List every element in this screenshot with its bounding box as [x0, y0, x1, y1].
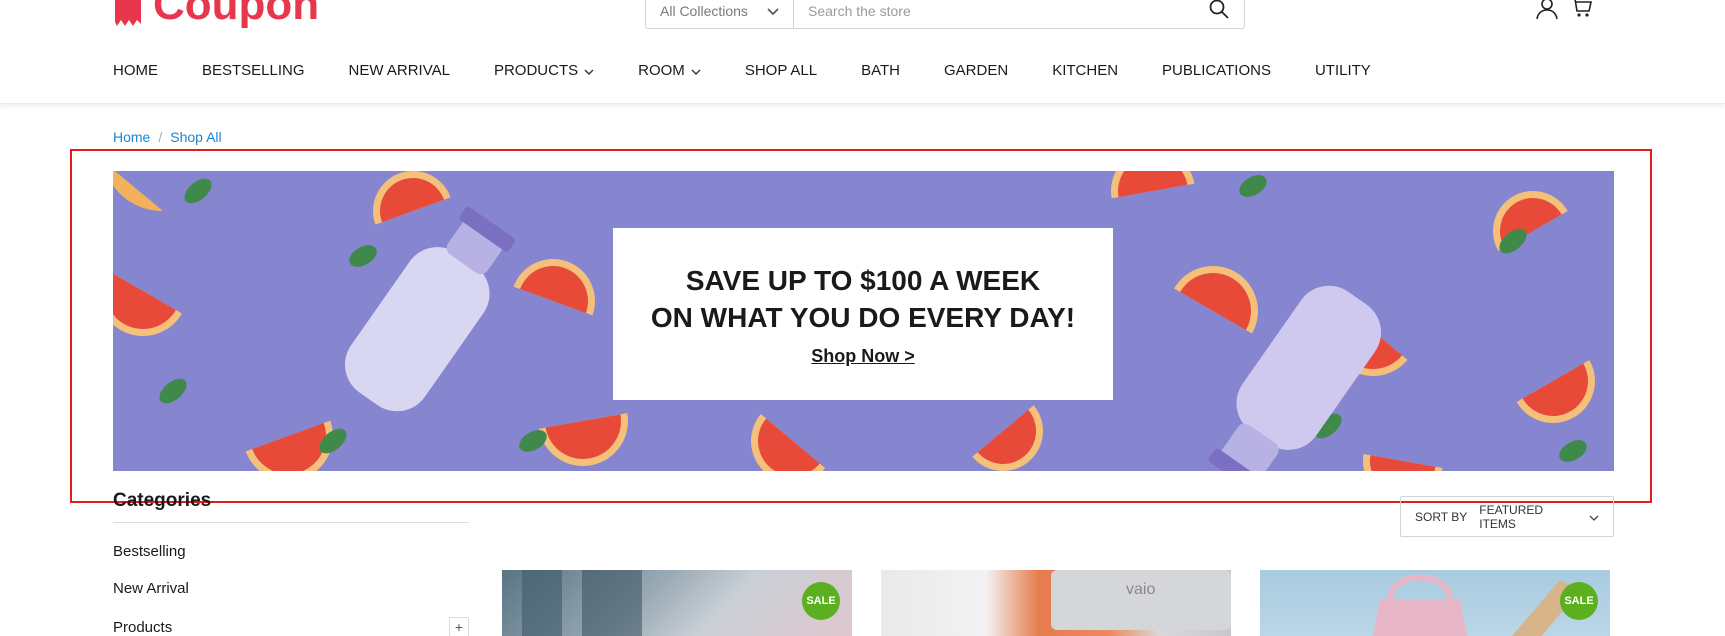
- product-card[interactable]: SALE: [502, 570, 852, 636]
- sidebar-title: Categories: [113, 490, 469, 523]
- product-image: [522, 570, 642, 636]
- banner-message: SAVE UP TO $100 A WEEK ON WHAT YOU DO EV…: [613, 228, 1113, 400]
- nav-item-garden[interactable]: GARDEN: [944, 62, 1008, 79]
- sidebar-item-label: Bestselling: [113, 543, 186, 560]
- main-nav: HOME BESTSELLING NEW ARRIVAL PRODUCTS ROOM SH…: [0, 56, 1725, 104]
- sort-label: SORT BY: [1415, 509, 1468, 524]
- nav-item-label: GARDEN: [944, 62, 1009, 79]
- nav-item-bestselling[interactable]: BESTSELLING: [202, 62, 305, 79]
- collections-select[interactable]: All Collections: [646, 0, 794, 28]
- sidebar-item-bestselling[interactable]: Bestselling: [113, 543, 469, 560]
- chevron-down-icon: [691, 62, 701, 79]
- nav-item-label: KITCHEN: [1052, 62, 1119, 79]
- product-card[interactable]: vaio: [881, 570, 1231, 636]
- sort-value: FEATURED ITEMS: [1479, 502, 1544, 531]
- chevron-down-icon: [584, 62, 594, 79]
- chevron-down-icon: [1589, 510, 1599, 524]
- sidebar-item-label: New Arrival: [113, 580, 189, 597]
- header-icons: [1535, 0, 1593, 25]
- logo[interactable]: Coupon: [113, 0, 319, 30]
- nav-item-products[interactable]: PRODUCTS: [494, 62, 594, 79]
- brand-name: Coupon: [153, 0, 320, 29]
- sale-badge: SALE: [1560, 582, 1598, 620]
- nav-item-label: HOME: [113, 62, 158, 79]
- search-input[interactable]: [794, 0, 1194, 28]
- breadcrumb-home[interactable]: Home: [113, 129, 150, 145]
- expand-plus-icon[interactable]: +: [449, 617, 469, 636]
- sort-select[interactable]: SORT BY FEATURED ITEMS: [1400, 496, 1614, 537]
- cart-icon[interactable]: [1571, 0, 1593, 24]
- product-card[interactable]: SALE: [1260, 570, 1610, 636]
- nav-item-kitchen[interactable]: KITCHEN: [1052, 62, 1118, 79]
- nav-item-label: NEW ARRIVAL: [348, 62, 450, 79]
- svg-text:vaio: vaio: [1126, 581, 1155, 598]
- promo-banner[interactable]: SAVE UP TO $100 A WEEK ON WHAT YOU DO EV…: [113, 171, 1614, 471]
- banner-headline-line1: SAVE UP TO $100 A WEEK: [685, 265, 1041, 296]
- nav-item-label: ROOM: [638, 62, 685, 79]
- nav-item-label: PRODUCTS: [493, 62, 579, 79]
- chevron-down-icon: [767, 3, 779, 19]
- sidebar-item-new-arrival[interactable]: New Arrival: [113, 580, 469, 597]
- breadcrumb-shop-all[interactable]: Shop All: [170, 129, 221, 145]
- sidebar-item-products[interactable]: Products +: [113, 617, 469, 636]
- breadcrumb: Home / Shop All: [113, 129, 222, 145]
- nav-item-label: PUBLICATIONS: [1162, 62, 1271, 79]
- breadcrumb-separator: /: [158, 129, 163, 145]
- collections-label: All Collections: [660, 3, 748, 19]
- user-icon[interactable]: [1535, 0, 1559, 25]
- search-button[interactable]: [1194, 0, 1244, 28]
- nav-item-shop-all[interactable]: SHOP ALL: [745, 62, 817, 79]
- sale-badge: SALE: [802, 582, 840, 620]
- nav-list: HOME BESTSELLING NEW ARRIVAL PRODUCTS ROOM SH…: [113, 62, 1415, 79]
- categories-sidebar: Categories Bestselling New Arrival Produ…: [113, 490, 469, 636]
- header: Coupon All Collections: [0, 0, 1725, 40]
- product-image: vaio: [1051, 570, 1231, 630]
- product-image: [1372, 574, 1580, 636]
- nav-item-label: UTILITY: [1314, 62, 1371, 79]
- nav-item-label: BESTSELLING: [202, 62, 305, 79]
- nav-item-publications[interactable]: PUBLICATIONS: [1162, 62, 1271, 79]
- nav-item-bath[interactable]: BATH: [861, 62, 900, 79]
- logo-icon: [113, 0, 143, 30]
- search-icon: [1209, 0, 1229, 24]
- nav-item-label: SHOP ALL: [744, 62, 818, 79]
- banner-headline-line2: ON WHAT YOU DO EVERY DAY!: [650, 302, 1076, 333]
- nav-item-label: BATH: [861, 62, 900, 79]
- search-bar: All Collections: [645, 0, 1245, 29]
- sidebar-item-label: Products: [113, 618, 173, 636]
- nav-item-home[interactable]: HOME: [113, 62, 158, 79]
- nav-item-room[interactable]: ROOM: [638, 62, 701, 79]
- shop-now-link[interactable]: Shop Now >: [811, 346, 915, 367]
- nav-item-utility[interactable]: UTILITY: [1315, 62, 1371, 79]
- nav-item-new-arrival[interactable]: NEW ARRIVAL: [349, 62, 450, 79]
